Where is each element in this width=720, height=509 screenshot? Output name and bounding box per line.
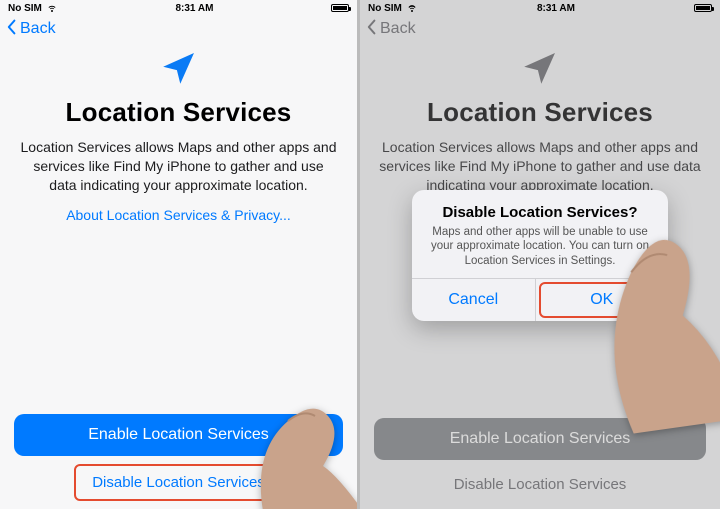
page-title: Location Services bbox=[66, 97, 292, 128]
disable-alert: Disable Location Services? Maps and othe… bbox=[412, 190, 668, 321]
disable-location-button[interactable]: Disable Location Services bbox=[438, 468, 643, 501]
chevron-left-icon bbox=[366, 19, 378, 40]
location-arrow-icon bbox=[161, 50, 197, 91]
disable-location-button[interactable]: Disable Location Services bbox=[76, 466, 281, 499]
battery-icon bbox=[694, 4, 712, 12]
time-label: 8:31 AM bbox=[537, 3, 575, 14]
back-label: Back bbox=[380, 20, 416, 38]
enable-location-button[interactable]: Enable Location Services bbox=[14, 414, 343, 456]
alert-ok-button[interactable]: OK bbox=[541, 284, 664, 316]
alert-cancel-button[interactable]: Cancel bbox=[412, 279, 535, 321]
screen-disable-alert: No SIM 8:31 AM Back Location Serv bbox=[360, 0, 720, 509]
screen-location-services: No SIM 8:31 AM Back Location Serv bbox=[0, 0, 360, 509]
nosim-label: No SIM bbox=[368, 3, 402, 14]
alert-actions: Cancel OK bbox=[412, 278, 668, 321]
back-button[interactable]: Back bbox=[366, 19, 416, 40]
nosim-label: No SIM bbox=[8, 3, 42, 14]
nav-bar: Back bbox=[360, 16, 720, 42]
tutorial-highlight: OK bbox=[539, 282, 666, 318]
time-label: 8:31 AM bbox=[175, 3, 213, 14]
wifi-icon bbox=[406, 1, 418, 16]
bottom-bar: Enable Location Services Disable Locatio… bbox=[0, 414, 357, 505]
bottom-bar: Enable Location Services Disable Locatio… bbox=[360, 418, 720, 505]
chevron-left-icon bbox=[6, 19, 18, 40]
wifi-icon bbox=[46, 1, 58, 16]
description-text: Location Services allows Maps and other … bbox=[378, 138, 702, 195]
alert-text: Maps and other apps will be unable to us… bbox=[426, 225, 654, 268]
tutorial-highlight: Disable Location Services bbox=[74, 464, 283, 501]
back-label: Back bbox=[20, 20, 56, 38]
divider bbox=[535, 279, 536, 321]
status-bar: No SIM 8:31 AM bbox=[0, 0, 357, 16]
about-privacy-link[interactable]: About Location Services & Privacy... bbox=[66, 207, 291, 223]
back-button[interactable]: Back bbox=[6, 19, 56, 40]
enable-location-button[interactable]: Enable Location Services bbox=[374, 418, 706, 460]
status-bar: No SIM 8:31 AM bbox=[360, 0, 720, 16]
description-text: Location Services allows Maps and other … bbox=[18, 138, 339, 195]
alert-title: Disable Location Services? bbox=[426, 204, 654, 221]
battery-icon bbox=[331, 4, 349, 12]
location-arrow-icon bbox=[522, 50, 558, 91]
page-title: Location Services bbox=[427, 97, 653, 128]
nav-bar: Back bbox=[0, 16, 357, 42]
